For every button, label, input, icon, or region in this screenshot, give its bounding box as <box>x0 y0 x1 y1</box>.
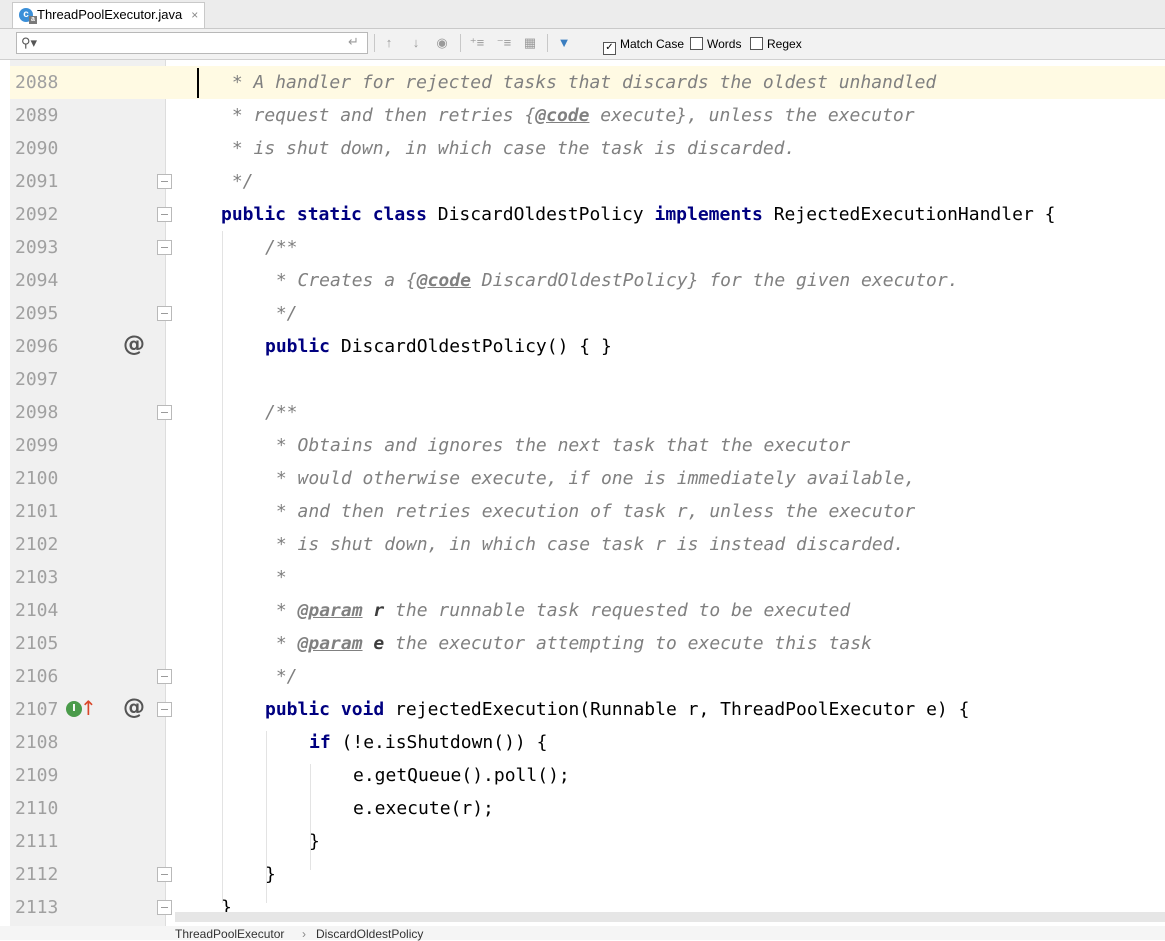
code-line: } <box>309 831 320 852</box>
code-line: */ <box>265 303 298 324</box>
java-class-icon: ca <box>19 8 37 24</box>
filter-icon[interactable]: ▼ <box>554 33 574 53</box>
code-line: * A handler for rejected tasks that disc… <box>221 72 937 93</box>
code-editor[interactable]: 2088 2089 2090 2091 2092 2093 2094 2095 … <box>0 60 1165 926</box>
fold-marker-icon[interactable] <box>157 900 172 915</box>
line-number: 2096 <box>15 336 59 357</box>
words-checkbox[interactable]: Words <box>690 37 741 51</box>
code-line: * <box>265 567 287 588</box>
code-line: * Obtains and ignores the next task that… <box>265 435 851 456</box>
line-number: 2110 <box>15 798 59 819</box>
line-number: 2105 <box>15 633 59 654</box>
breadcrumb: ThreadPoolExecutor › DiscardOldestPolicy <box>0 926 1165 941</box>
fold-marker-icon[interactable] <box>157 702 172 717</box>
line-number: 2102 <box>15 534 59 555</box>
fold-marker-icon[interactable] <box>157 207 172 222</box>
fold-marker-icon[interactable] <box>157 240 172 255</box>
toolbar-separator <box>547 34 548 52</box>
previous-occurrence-icon[interactable]: ↑ <box>379 33 399 53</box>
fold-marker-icon[interactable] <box>157 405 172 420</box>
search-input[interactable] <box>16 32 368 54</box>
line-number: 2089 <box>15 105 59 126</box>
code-line: /** <box>265 402 298 423</box>
line-number: 2094 <box>15 270 59 291</box>
code-line: e.execute(r); <box>353 798 494 819</box>
indent-guide <box>222 231 223 903</box>
breadcrumb-item-class[interactable]: ThreadPoolExecutor <box>175 927 284 941</box>
code-line: } <box>265 864 276 885</box>
code-line: */ <box>221 171 254 192</box>
breadcrumb-item-inner-class[interactable]: DiscardOldestPolicy <box>316 927 423 941</box>
find-toolbar: ⚲▾ ↵ ↑ ↓ ◉ ⁺≡ ⁻≡ ▦ ▼ ✓ Match Case Words R… <box>0 29 1165 60</box>
code-line: if (!e.isShutdown()) { <box>309 732 548 753</box>
code-line: * is shut down, in which case the task i… <box>221 138 796 159</box>
code-line: * @param r the runnable task requested t… <box>265 600 851 621</box>
line-number: 2111 <box>15 831 59 852</box>
code-line: public void rejectedExecution(Runnable r… <box>265 699 970 720</box>
code-line: * is shut down, in which case task r is … <box>265 534 905 555</box>
tab-threadpoolexecutor[interactable]: ca ThreadPoolExecutor.java × <box>12 2 206 28</box>
search-icon[interactable]: ⚲▾ <box>21 35 37 51</box>
checkbox-unchecked-icon <box>750 37 763 50</box>
enter-icon: ↵ <box>348 34 359 49</box>
line-number: 2103 <box>15 567 59 588</box>
toolbar-separator <box>460 34 461 52</box>
regex-checkbox[interactable]: Regex <box>750 37 802 51</box>
implements-annotation-icon[interactable]: @ <box>123 332 145 357</box>
line-number: 2100 <box>15 468 59 489</box>
line-number: 2088 <box>15 72 59 93</box>
implements-annotation-icon[interactable]: @ <box>123 695 145 720</box>
checkbox-unchecked-icon <box>690 37 703 50</box>
line-number: 2099 <box>15 435 59 456</box>
editor-tab-bar: ca ThreadPoolExecutor.java × <box>0 0 1165 29</box>
code-line: e.getQueue().poll(); <box>353 765 570 786</box>
breadcrumb-separator-icon: › <box>302 927 306 941</box>
arrow-up-icon[interactable]: ↑ <box>80 696 97 720</box>
line-number: 2097 <box>15 369 59 390</box>
close-tab-icon[interactable]: × <box>191 3 198 27</box>
line-number: 2108 <box>15 732 59 753</box>
line-number: 2090 <box>15 138 59 159</box>
code-line: * @param e the executor attempting to ex… <box>265 633 872 654</box>
match-case-checkbox[interactable]: ✓ Match Case <box>603 37 684 55</box>
code-line: /** <box>265 237 298 258</box>
code-line: * request and then retries {@code execut… <box>221 105 915 126</box>
fold-marker-icon[interactable] <box>157 306 172 321</box>
add-selection-icon[interactable]: ⁺≡ <box>467 33 487 53</box>
toolbar-separator <box>374 34 375 52</box>
line-number: 2093 <box>15 237 59 258</box>
next-occurrence-icon[interactable]: ↓ <box>406 33 426 53</box>
code-line: * would otherwise execute, if one is imm… <box>265 468 916 489</box>
horizontal-scrollbar[interactable] <box>175 912 1165 922</box>
line-number: 2113 <box>15 897 59 918</box>
line-number: 2098 <box>15 402 59 423</box>
find-all-icon[interactable]: ◉ <box>432 33 452 53</box>
remove-selection-icon[interactable]: ⁻≡ <box>494 33 514 53</box>
code-line: public static class DiscardOldestPolicy … <box>221 204 1056 225</box>
select-all-occurrences-icon[interactable]: ▦ <box>520 33 540 53</box>
line-number: 2112 <box>15 864 59 885</box>
line-number: 2104 <box>15 600 59 621</box>
code-line: * and then retries execution of task r, … <box>265 501 916 522</box>
line-number: 2095 <box>15 303 59 324</box>
line-number: 2109 <box>15 765 59 786</box>
line-number: 2092 <box>15 204 59 225</box>
fold-marker-icon[interactable] <box>157 867 172 882</box>
fold-marker-icon[interactable] <box>157 669 172 684</box>
code-line: * Creates a {@code DiscardOldestPolicy} … <box>265 270 959 291</box>
tab-label: ThreadPoolExecutor.java <box>37 7 183 22</box>
line-number: 2091 <box>15 171 59 192</box>
line-number: 2101 <box>15 501 59 522</box>
fold-marker-icon[interactable] <box>157 174 172 189</box>
text-caret <box>197 68 199 98</box>
checkbox-checked-icon: ✓ <box>603 42 616 55</box>
code-line: */ <box>265 666 298 687</box>
line-number: 2106 <box>15 666 59 687</box>
code-line: public DiscardOldestPolicy() { } <box>265 336 612 357</box>
